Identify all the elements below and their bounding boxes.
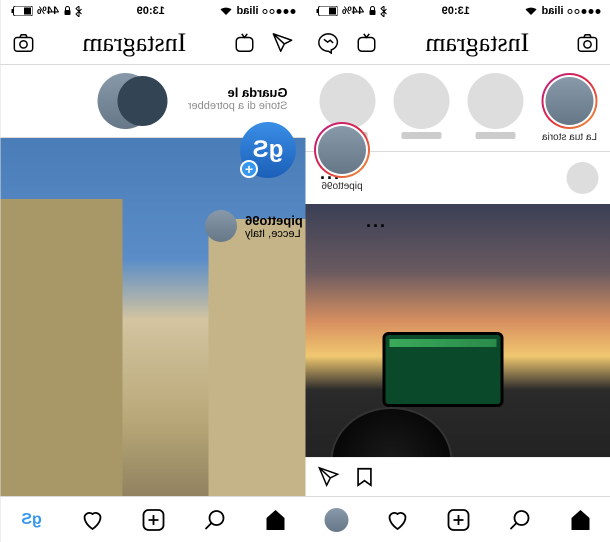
story-cluster[interactable]: [98, 73, 168, 129]
igtv-icon[interactable]: [356, 32, 378, 54]
post-more-icon[interactable]: ···: [364, 216, 385, 237]
story-label: La tua storia: [541, 132, 596, 143]
time-label: 13:09: [441, 5, 469, 17]
bluetooth-icon: [380, 6, 387, 17]
post-avatar[interactable]: [566, 162, 598, 194]
bottom-nav: gS: [1, 496, 306, 542]
your-story[interactable]: La tua storia: [538, 73, 600, 143]
story-label-placeholder: [327, 132, 367, 139]
lock-icon: [368, 6, 376, 16]
screen-left: iliad 13:09 44%: [0, 0, 306, 542]
profile-avatar[interactable]: [324, 508, 348, 532]
camera-icon[interactable]: [576, 32, 598, 54]
stories-tray[interactable]: Guarda le Storie di a potrebber: [1, 65, 306, 138]
wifi-icon: [524, 6, 537, 16]
lock-icon: [63, 6, 71, 16]
battery-percent: 44%: [342, 5, 364, 17]
post-more-icon[interactable]: ···: [318, 168, 339, 189]
post-image-street[interactable]: [1, 138, 306, 542]
app-header: Instagram: [306, 22, 610, 65]
battery-percent: 44%: [37, 5, 59, 17]
signal-icon: [263, 9, 296, 14]
instagram-logo[interactable]: Instagram: [82, 28, 186, 58]
post-username[interactable]: pipetto96: [245, 213, 356, 228]
story-label-placeholder: [475, 132, 515, 139]
story-label-placeholder: [401, 132, 441, 139]
search-icon[interactable]: [202, 508, 226, 532]
carrier-label: iliad: [236, 5, 258, 17]
heart-icon[interactable]: [385, 508, 409, 532]
phone-navigation: [382, 332, 504, 406]
watch-title: Guarda le: [188, 85, 288, 100]
add-post-icon[interactable]: [141, 508, 165, 532]
wifi-icon: [219, 6, 232, 16]
watch-all-stories[interactable]: Guarda le Storie di a potrebber: [180, 73, 296, 129]
paper-plane-icon[interactable]: [272, 32, 294, 54]
igtv-icon[interactable]: [234, 32, 256, 54]
story-item[interactable]: [464, 73, 526, 143]
camera-icon[interactable]: [13, 32, 35, 54]
home-icon[interactable]: [263, 508, 287, 532]
post-actions: [306, 457, 610, 496]
carrier-label: iliad: [541, 5, 563, 17]
watch-subtitle: Storie di a potrebber: [188, 100, 288, 112]
add-post-icon[interactable]: [446, 508, 470, 532]
story-item[interactable]: [316, 73, 378, 143]
stories-tray[interactable]: La tua storia: [306, 65, 610, 152]
status-bar: iliad 13:09 44%: [306, 0, 610, 22]
app-header: Instagram: [1, 22, 306, 65]
bottom-nav: [306, 496, 610, 542]
messenger-icon[interactable]: [318, 32, 340, 54]
battery-icon: [316, 6, 338, 16]
bluetooth-icon: [75, 6, 82, 17]
time-label: 13:09: [137, 5, 165, 17]
status-bar: iliad 13:09 44%: [1, 0, 306, 22]
center-post-header: ··· pipetto96 Lecce, Italy: [195, 200, 395, 252]
screen-right: iliad 13:09 44%: [306, 0, 610, 542]
battery-icon: [11, 6, 33, 16]
heart-icon[interactable]: [80, 508, 104, 532]
search-icon[interactable]: [507, 508, 531, 532]
home-icon[interactable]: [568, 508, 592, 532]
share-icon[interactable]: [318, 466, 340, 488]
signal-icon: [567, 9, 600, 14]
post-location[interactable]: Lecce, Italy: [245, 228, 356, 240]
instagram-logo[interactable]: Instagram: [425, 28, 529, 58]
story-item[interactable]: [390, 73, 452, 143]
post-avatar[interactable]: [205, 210, 237, 242]
bookmark-icon[interactable]: [354, 466, 376, 488]
post-header: ···: [306, 152, 610, 204]
profile-gs-icon[interactable]: gS: [20, 508, 44, 532]
